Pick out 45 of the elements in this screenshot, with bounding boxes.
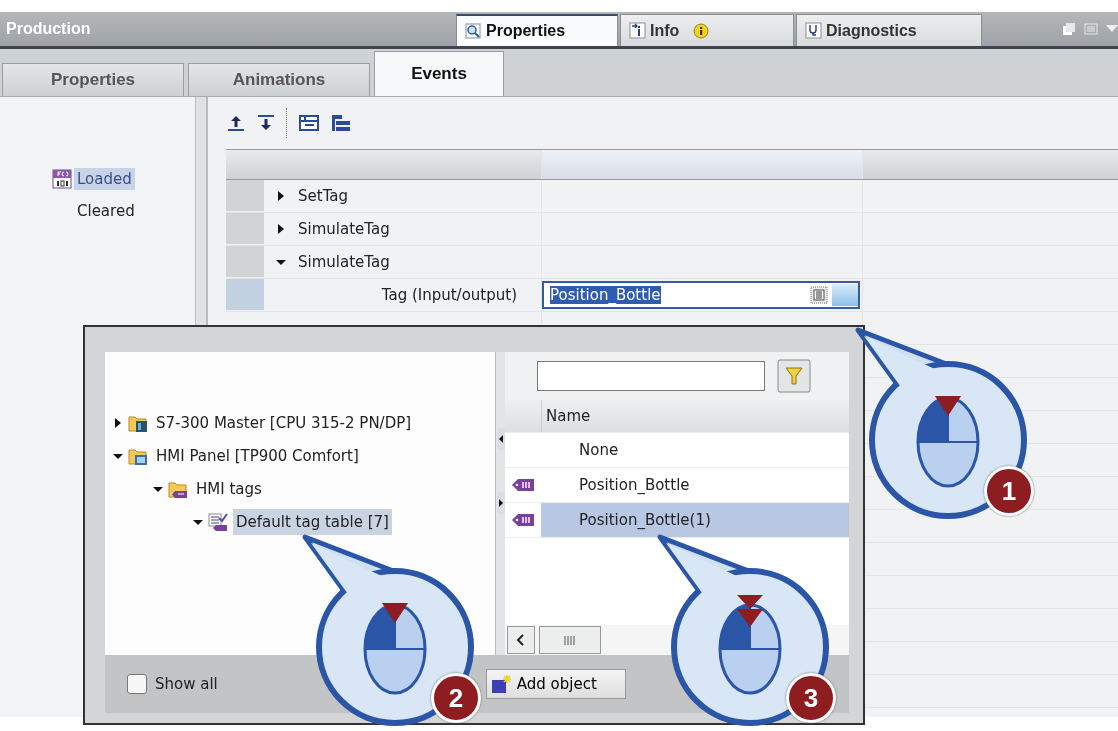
scroll-thumb-icon[interactable]: [539, 626, 601, 654]
expand-triangle-icon[interactable]: [113, 417, 123, 428]
collapse-left-icon[interactable]: [496, 428, 505, 450]
tag-icon: [511, 478, 535, 492]
tag-table-icon: [208, 511, 228, 532]
header-cell: [226, 150, 264, 179]
collapse-all-icon[interactable]: [298, 113, 320, 133]
scroll-left-icon[interactable]: [507, 626, 535, 654]
function-name: SimulateTag: [298, 253, 390, 271]
panel-title: Production: [5, 19, 92, 39]
collapse-triangle-icon[interactable]: [276, 257, 286, 267]
panel-tab[interactable]: Properties: [456, 14, 618, 46]
stethoscope-icon: [805, 22, 822, 39]
tag-list-item[interactable]: Position_Bottle: [541, 468, 849, 502]
tag-list-item[interactable]: Position_Bottle(1): [541, 503, 849, 537]
move-up-icon[interactable]: [226, 113, 246, 133]
checkbox-label: Show all: [155, 675, 218, 693]
parameter-label: Tag (Input/output): [381, 286, 517, 304]
new-object-icon: [490, 674, 513, 694]
tree-item[interactable]: S7-300 Master [CPU 315-2 PN/DP]: [153, 409, 415, 436]
panel-tab[interactable]: Info: [620, 14, 794, 46]
tag-list-item[interactable]: None: [541, 433, 849, 467]
event-item[interactable]: Cleared: [74, 200, 138, 222]
filter-field[interactable]: [537, 361, 765, 391]
expand-all-icon[interactable]: [330, 113, 352, 133]
add-object-button[interactable]: Add object: [485, 669, 626, 699]
tree-item[interactable]: Default tag table [7]: [233, 508, 392, 535]
tag-input-field[interactable]: Position_Bottle: [542, 281, 860, 309]
sub-tab[interactable]: Properties: [2, 63, 184, 96]
show-all-checkbox[interactable]: [127, 674, 147, 694]
expand-triangle-icon[interactable]: [276, 191, 286, 201]
tree-item[interactable]: HMI Panel [TP900 Comfort]: [153, 442, 362, 469]
magnifier-icon: [465, 22, 482, 40]
sub-tab[interactable]: Events: [374, 51, 504, 96]
expand-triangle-icon[interactable]: [276, 224, 286, 234]
function-name: SimulateTag: [298, 220, 390, 238]
function-name: SetTag: [298, 187, 349, 205]
move-down-icon[interactable]: [256, 113, 276, 133]
expand-right-icon[interactable]: [496, 492, 505, 514]
panel-tab[interactable]: Diagnostics: [796, 14, 982, 46]
tree-item[interactable]: HMI tags: [193, 475, 265, 502]
tag-icon: [511, 513, 535, 527]
sub-tab[interactable]: Animations: [188, 63, 370, 96]
event-item[interactable]: Loaded: [74, 168, 135, 190]
list-icon[interactable]: [810, 286, 828, 304]
